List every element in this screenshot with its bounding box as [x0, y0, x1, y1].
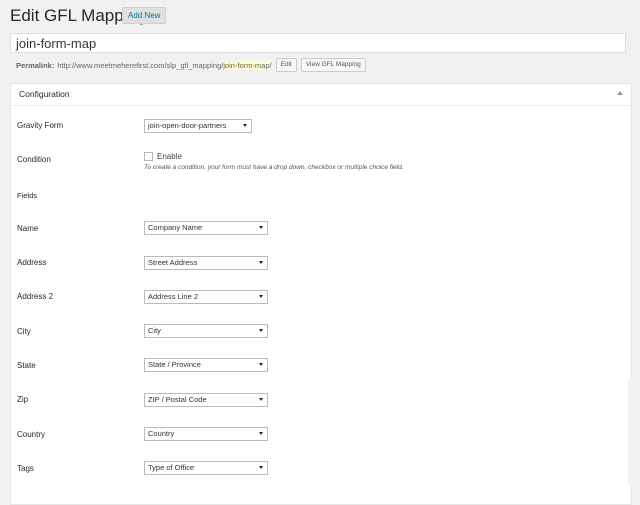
field-select-country[interactable]: Country — [144, 427, 268, 441]
chevron-down-icon — [259, 261, 263, 264]
field-label-city: City — [17, 327, 31, 336]
field-label-country: Country — [17, 430, 46, 439]
field-value-address-2: Address Line 2 — [148, 292, 199, 301]
field-select-state[interactable]: State / Province — [144, 358, 268, 372]
permalink-trailing-slash: / — [269, 60, 272, 70]
enable-label[interactable]: Enable — [157, 152, 182, 161]
field-label-state: State — [17, 361, 36, 370]
field-label-address-2: Address 2 — [17, 292, 54, 301]
field-value-country: Country — [148, 429, 175, 438]
chevron-down-icon — [259, 329, 263, 332]
permalink-label: Permalink: — [16, 60, 55, 70]
gravity-form-label: Gravity Form — [17, 121, 64, 130]
chevron-down-icon — [259, 432, 263, 435]
enable-checkbox[interactable] — [144, 152, 153, 161]
permalink-row: Permalink: http://www.meetmeherefirst.co… — [16, 58, 366, 72]
chevron-down-icon — [243, 124, 247, 127]
field-select-zip[interactable]: ZIP / Postal Code — [144, 393, 268, 407]
field-value-zip: ZIP / Postal Code — [148, 395, 207, 404]
permalink-base-url[interactable]: http://www.meetmeherefirst.com/slp_gfl_m… — [57, 61, 223, 70]
chevron-down-icon — [259, 466, 263, 469]
field-select-address[interactable]: Street Address — [144, 256, 268, 270]
add-new-button[interactable]: Add New — [122, 7, 167, 24]
fields-heading: Fields — [17, 191, 38, 200]
field-value-address: Street Address — [148, 258, 198, 267]
collapse-arrow-icon[interactable] — [617, 91, 623, 95]
field-label-name: Name — [17, 224, 39, 233]
field-value-tags: Type of Office — [148, 463, 195, 472]
field-select-name[interactable]: Company Name — [144, 221, 268, 235]
chevron-down-icon — [259, 363, 263, 366]
gravity-form-select[interactable]: join-open-door-partners — [144, 119, 252, 133]
field-select-address-2[interactable]: Address Line 2 — [144, 290, 268, 304]
field-label-address: Address — [17, 258, 47, 267]
field-value-name: Company Name — [148, 223, 203, 232]
field-select-tags[interactable]: Type of Office — [144, 461, 268, 475]
permalink-slug[interactable]: join-form-map — [223, 60, 270, 70]
chevron-down-icon — [259, 295, 263, 298]
view-mapping-button[interactable]: View GFL Mapping — [300, 58, 366, 72]
field-label-tags: Tags — [17, 464, 34, 473]
postbox-header[interactable]: Configuration — [11, 84, 631, 106]
field-label-zip: Zip — [17, 395, 29, 404]
condition-label: Condition — [17, 155, 51, 164]
post-title-input[interactable]: join-form-map — [10, 33, 626, 53]
gravity-form-value: join-open-door-partners — [148, 121, 227, 130]
condition-hint: To create a condition, your form must ha… — [144, 164, 404, 171]
field-value-city: City — [148, 326, 161, 335]
chevron-down-icon — [259, 398, 263, 401]
edit-permalink-button[interactable]: Edit — [275, 58, 297, 72]
chevron-down-icon — [259, 226, 263, 229]
field-value-state: State / Province — [148, 360, 201, 369]
configuration-postbox: Configuration — [10, 83, 632, 505]
field-select-city[interactable]: City — [144, 324, 268, 338]
page-background-edge — [628, 380, 640, 484]
postbox-title: Configuration — [19, 89, 70, 99]
